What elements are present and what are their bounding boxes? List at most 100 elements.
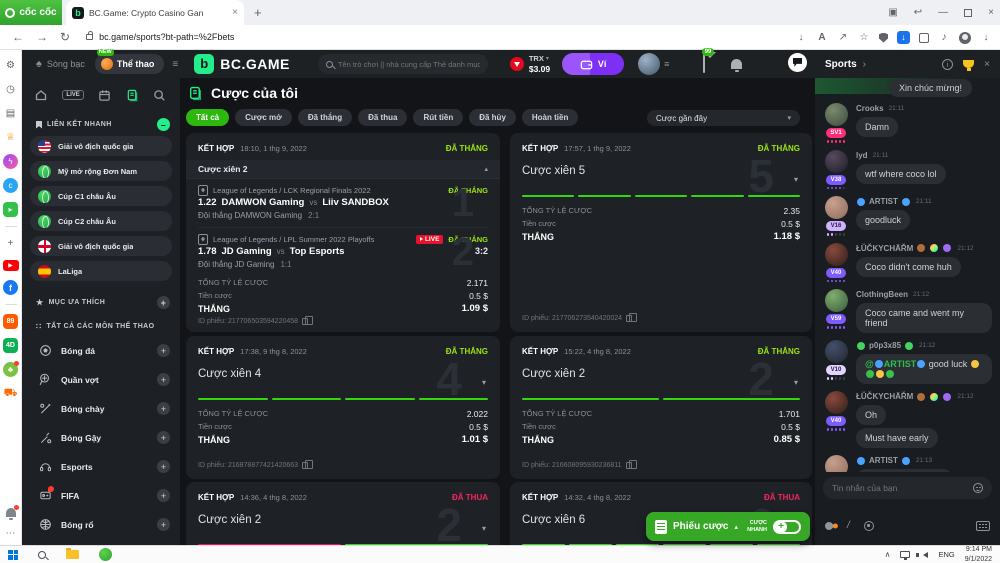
- restore-session-icon[interactable]: ↩: [914, 7, 922, 18]
- coccoc-taskbar-icon[interactable]: [99, 548, 112, 561]
- expand-icon[interactable]: ▾: [794, 175, 798, 184]
- lottery-app-icon[interactable]: 4D: [3, 338, 18, 353]
- chat-username[interactable]: ARTIST: [869, 197, 898, 206]
- tray-expand-icon[interactable]: ∧: [885, 550, 891, 559]
- search-input[interactable]: [338, 60, 480, 69]
- bet-card[interactable]: KẾT HỢP14:36, 4 thg 8, 2022ĐÃ THUACược x…: [186, 482, 500, 545]
- cart-app-icon[interactable]: ⛟: [3, 386, 18, 401]
- translate-icon[interactable]: A: [816, 32, 828, 43]
- alerts-bell-icon[interactable]: [731, 59, 742, 69]
- filter-tab[interactable]: Tất cả: [186, 109, 229, 126]
- sidebar-item-esports[interactable]: Esports+: [22, 452, 180, 481]
- mention-text[interactable]: ARTIST: [884, 359, 917, 369]
- extensions-icon[interactable]: [919, 33, 929, 43]
- downloader-extension-icon[interactable]: ↓: [897, 31, 910, 44]
- sidebar-item-cricket[interactable]: Bóng Gậy+: [22, 423, 180, 452]
- new-tab-button[interactable]: +: [254, 5, 262, 20]
- downloads-tray-icon[interactable]: ↓: [980, 32, 992, 43]
- avatar[interactable]: [825, 150, 848, 173]
- filter-tab[interactable]: Đã thắng: [298, 109, 352, 126]
- add-shortcut-icon[interactable]: +: [3, 236, 18, 251]
- plant-app-icon[interactable]: ♣: [3, 362, 18, 377]
- betslip-button[interactable]: Phiếu cược ▴ CƯỢCNHANH: [646, 512, 810, 541]
- bet-name-row[interactable]: Cược xiên 55▾: [522, 161, 800, 193]
- keyboard-icon[interactable]: [976, 521, 990, 531]
- collapse-icon[interactable]: ▴: [484, 165, 488, 173]
- sort-dropdown[interactable]: Cược gần đây ▾: [647, 110, 800, 126]
- sidebar-quick-link[interactable]: LaLiga: [30, 261, 172, 281]
- browser-profile-icon[interactable]: [959, 32, 971, 44]
- inbox-button[interactable]: 99: [703, 55, 705, 73]
- youtube-icon[interactable]: ▶: [3, 260, 19, 271]
- coin-drop-icon[interactable]: [864, 521, 874, 531]
- copy-icon[interactable]: [302, 462, 308, 469]
- expand-icon[interactable]: ▾: [482, 524, 486, 533]
- expand-sport-button[interactable]: +: [157, 402, 170, 415]
- expand-icon[interactable]: ▾: [482, 378, 486, 387]
- sidebar-search-icon[interactable]: [153, 89, 166, 102]
- quick-bet-toggle[interactable]: [773, 520, 801, 534]
- trophy-icon[interactable]: [963, 60, 974, 68]
- bet-card[interactable]: KẾT HỢP17:38, 9 thg 8, 2022ĐÃ THẮNGCược …: [186, 336, 500, 479]
- filter-tab[interactable]: Đã hủy: [469, 109, 516, 126]
- chat-username[interactable]: ClothingBeen: [856, 290, 908, 299]
- chevron-right-icon[interactable]: ›: [863, 59, 866, 70]
- sidebar-quick-link[interactable]: Giải vô địch quốc gia: [30, 136, 172, 156]
- more-icon[interactable]: ⋯: [3, 526, 18, 541]
- expand-sport-button[interactable]: +: [157, 373, 170, 386]
- expand-sport-button[interactable]: +: [157, 518, 170, 531]
- home-icon[interactable]: [34, 88, 48, 102]
- game-search-bar[interactable]: [318, 54, 488, 74]
- download-page-icon[interactable]: ↓: [795, 32, 807, 43]
- sidebar-item-fifa[interactable]: FIFA+: [22, 481, 180, 510]
- media-extension-icon[interactable]: ♪: [938, 32, 950, 43]
- sidebar-quick-link[interactable]: Cúp C1 châu Âu: [30, 186, 172, 206]
- forward-icon[interactable]: →: [36, 30, 48, 44]
- chat-app-icon[interactable]: c: [3, 178, 18, 193]
- filter-tab[interactable]: Rút tiền: [413, 109, 463, 126]
- network-icon[interactable]: [900, 551, 910, 558]
- taskbar-clock[interactable]: 9:14 PM9/1/2022: [965, 545, 992, 563]
- copy-icon[interactable]: [626, 315, 632, 322]
- close-window-button[interactable]: ×: [988, 7, 994, 18]
- expand-icon[interactable]: ▾: [794, 378, 798, 387]
- bcgame-logo[interactable]: b BC.GAME: [194, 54, 290, 74]
- chat-message-input[interactable]: [832, 483, 973, 493]
- commands-icon[interactable]: /: [847, 520, 850, 531]
- reading-list-icon[interactable]: ▤: [3, 106, 18, 121]
- avatar[interactable]: [825, 196, 848, 219]
- bet-name-row[interactable]: Cược xiên 22▾: [198, 510, 488, 542]
- avatar[interactable]: [825, 391, 848, 414]
- games-icon[interactable]: ▸: [3, 202, 18, 217]
- expand-sport-button[interactable]: +: [157, 489, 170, 502]
- adblock-shield-icon[interactable]: [879, 33, 888, 43]
- expand-sport-button[interactable]: +: [157, 460, 170, 473]
- bet-name-row[interactable]: Cược xiên 22▾: [522, 364, 800, 396]
- collapse-quick-links-button[interactable]: –: [157, 118, 170, 131]
- emoji-picker-icon[interactable]: [973, 483, 983, 493]
- sidebar-quick-link[interactable]: Mỹ mở rộng Đơn Nam: [30, 161, 172, 181]
- calendar-icon[interactable]: [98, 89, 111, 102]
- browser-tab[interactable]: b BC.Game: Crypto Casino Gan ×: [66, 0, 244, 25]
- sidebar-item-baseball[interactable]: Bóng chày+: [22, 394, 180, 423]
- chat-toggle-button[interactable]: [788, 53, 807, 72]
- shopping-app-icon[interactable]: 89: [3, 314, 18, 329]
- avatar[interactable]: [825, 103, 848, 126]
- mention-text[interactable]: @: [865, 359, 874, 369]
- sidebar-item-soccer[interactable]: Bóng đá+: [22, 336, 180, 365]
- settings-gear-icon[interactable]: ⚙: [3, 58, 18, 73]
- bet-card[interactable]: KẾT HỢP15:22, 4 thg 8, 2022ĐÃ THẮNGCược …: [510, 336, 812, 479]
- sidebar-quick-link[interactable]: Giải vô địch quốc gia: [30, 236, 172, 256]
- chat-username[interactable]: ŁŬČKYCHÄŘM: [856, 392, 913, 401]
- facebook-icon[interactable]: f: [3, 280, 18, 295]
- copy-icon[interactable]: [626, 462, 632, 469]
- minimize-button[interactable]: —: [938, 7, 948, 18]
- chat-username[interactable]: ŁŬČKYCHÄŘM: [856, 244, 913, 253]
- filter-tab[interactable]: Hoàn tiền: [522, 109, 578, 126]
- sidebar-item-tennis[interactable]: Quần vợt+: [22, 365, 180, 394]
- filter-tab[interactable]: Đã thua: [358, 109, 407, 126]
- bet-card[interactable]: KẾT HỢP18:10, 1 thg 9, 2022ĐÃ THẮNGCược …: [186, 133, 500, 332]
- nav-menu-icon[interactable]: ≡: [172, 59, 178, 70]
- share-icon[interactable]: ↗: [837, 32, 849, 43]
- notifications-bell-icon[interactable]: [6, 508, 16, 517]
